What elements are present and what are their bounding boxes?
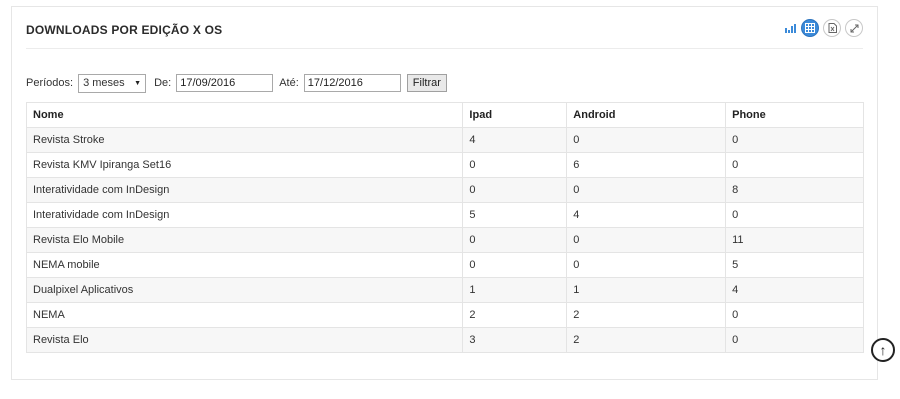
cell-ipad: 4 bbox=[462, 127, 568, 153]
cell-ipad: 5 bbox=[462, 202, 568, 228]
downloads-table: Nome Ipad Android Phone Revista Stroke 4… bbox=[25, 102, 864, 353]
downloads-panel: DOWNLOADS POR EDIÇÃO X OS Períodos: 3 me… bbox=[11, 6, 878, 380]
period-label: Períodos: bbox=[26, 77, 74, 89]
filter-button[interactable]: Filtrar bbox=[406, 74, 447, 92]
cell-nome: NEMA mobile bbox=[25, 252, 464, 278]
table-row: Revista Elo Mobile 0 0 11 bbox=[25, 227, 864, 253]
cell-phone: 4 bbox=[725, 277, 864, 303]
table-row: Revista Stroke 4 0 0 bbox=[25, 127, 864, 153]
cell-ipad: 0 bbox=[462, 152, 568, 178]
cell-nome: Revista KMV Ipiranga Set16 bbox=[25, 152, 464, 178]
cell-android: 4 bbox=[566, 202, 727, 228]
cell-android: 0 bbox=[566, 127, 727, 153]
table-row: Interatividade com InDesign 0 0 8 bbox=[25, 177, 864, 203]
period-select-value: 3 meses bbox=[83, 77, 125, 89]
expand-icon[interactable] bbox=[845, 19, 863, 37]
cell-ipad: 2 bbox=[462, 302, 568, 328]
filter-bar: Períodos: 3 meses ▼ De: Até: Filtrar bbox=[26, 73, 447, 93]
period-select[interactable]: 3 meses ▼ bbox=[78, 73, 147, 93]
cell-android: 0 bbox=[566, 177, 727, 203]
cell-phone: 11 bbox=[725, 227, 864, 253]
cell-ipad: 1 bbox=[462, 277, 568, 303]
cell-nome: Interatividade com InDesign bbox=[25, 177, 464, 203]
cell-phone: 0 bbox=[725, 127, 864, 153]
from-label: De: bbox=[154, 77, 172, 89]
cell-nome: Interatividade com InDesign bbox=[25, 202, 464, 228]
table-row: Revista Elo 3 2 0 bbox=[25, 327, 864, 353]
cell-ipad: 0 bbox=[462, 227, 568, 253]
bar-chart-icon[interactable] bbox=[783, 19, 797, 37]
to-date-input[interactable] bbox=[303, 74, 401, 92]
scroll-to-top-button[interactable]: ↑ bbox=[871, 338, 895, 362]
excel-export-icon[interactable] bbox=[823, 19, 841, 37]
cell-phone: 0 bbox=[725, 202, 864, 228]
cell-phone: 0 bbox=[725, 302, 864, 328]
chevron-down-icon: ▼ bbox=[134, 79, 142, 87]
cell-android: 6 bbox=[566, 152, 727, 178]
cell-ipad: 3 bbox=[462, 327, 568, 353]
from-date-input[interactable] bbox=[176, 74, 274, 92]
table-icon[interactable] bbox=[801, 19, 819, 37]
panel-toolbar bbox=[783, 19, 863, 37]
cell-phone: 8 bbox=[725, 177, 864, 203]
cell-ipad: 0 bbox=[462, 252, 568, 278]
table-row: NEMA mobile 0 0 5 bbox=[25, 252, 864, 278]
panel-title: DOWNLOADS POR EDIÇÃO X OS bbox=[26, 23, 223, 37]
header-phone: Phone bbox=[725, 102, 864, 128]
cell-nome: Revista Elo Mobile bbox=[25, 227, 464, 253]
table-row: Dualpixel Aplicativos 1 1 4 bbox=[25, 277, 864, 303]
cell-android: 2 bbox=[566, 327, 727, 353]
table-row: Revista KMV Ipiranga Set16 0 6 0 bbox=[25, 152, 864, 178]
header-ipad: Ipad bbox=[462, 102, 568, 128]
cell-android: 0 bbox=[566, 227, 727, 253]
header-nome: Nome bbox=[25, 102, 464, 128]
table-row: Interatividade com InDesign 5 4 0 bbox=[25, 202, 864, 228]
cell-ipad: 0 bbox=[462, 177, 568, 203]
cell-nome: Dualpixel Aplicativos bbox=[25, 277, 464, 303]
arrow-up-icon: ↑ bbox=[879, 342, 887, 358]
panel-header: DOWNLOADS POR EDIÇÃO X OS bbox=[26, 19, 863, 49]
cell-android: 1 bbox=[566, 277, 727, 303]
table-row: NEMA 2 2 0 bbox=[25, 302, 864, 328]
to-label: Até: bbox=[279, 77, 299, 89]
cell-android: 2 bbox=[566, 302, 727, 328]
cell-nome: NEMA bbox=[25, 302, 464, 328]
cell-phone: 0 bbox=[725, 327, 864, 353]
cell-phone: 0 bbox=[725, 152, 864, 178]
table-header-row: Nome Ipad Android Phone bbox=[25, 102, 864, 128]
cell-android: 0 bbox=[566, 252, 727, 278]
cell-nome: Revista Elo bbox=[25, 327, 464, 353]
header-android: Android bbox=[566, 102, 727, 128]
cell-phone: 5 bbox=[725, 252, 864, 278]
cell-nome: Revista Stroke bbox=[25, 127, 464, 153]
